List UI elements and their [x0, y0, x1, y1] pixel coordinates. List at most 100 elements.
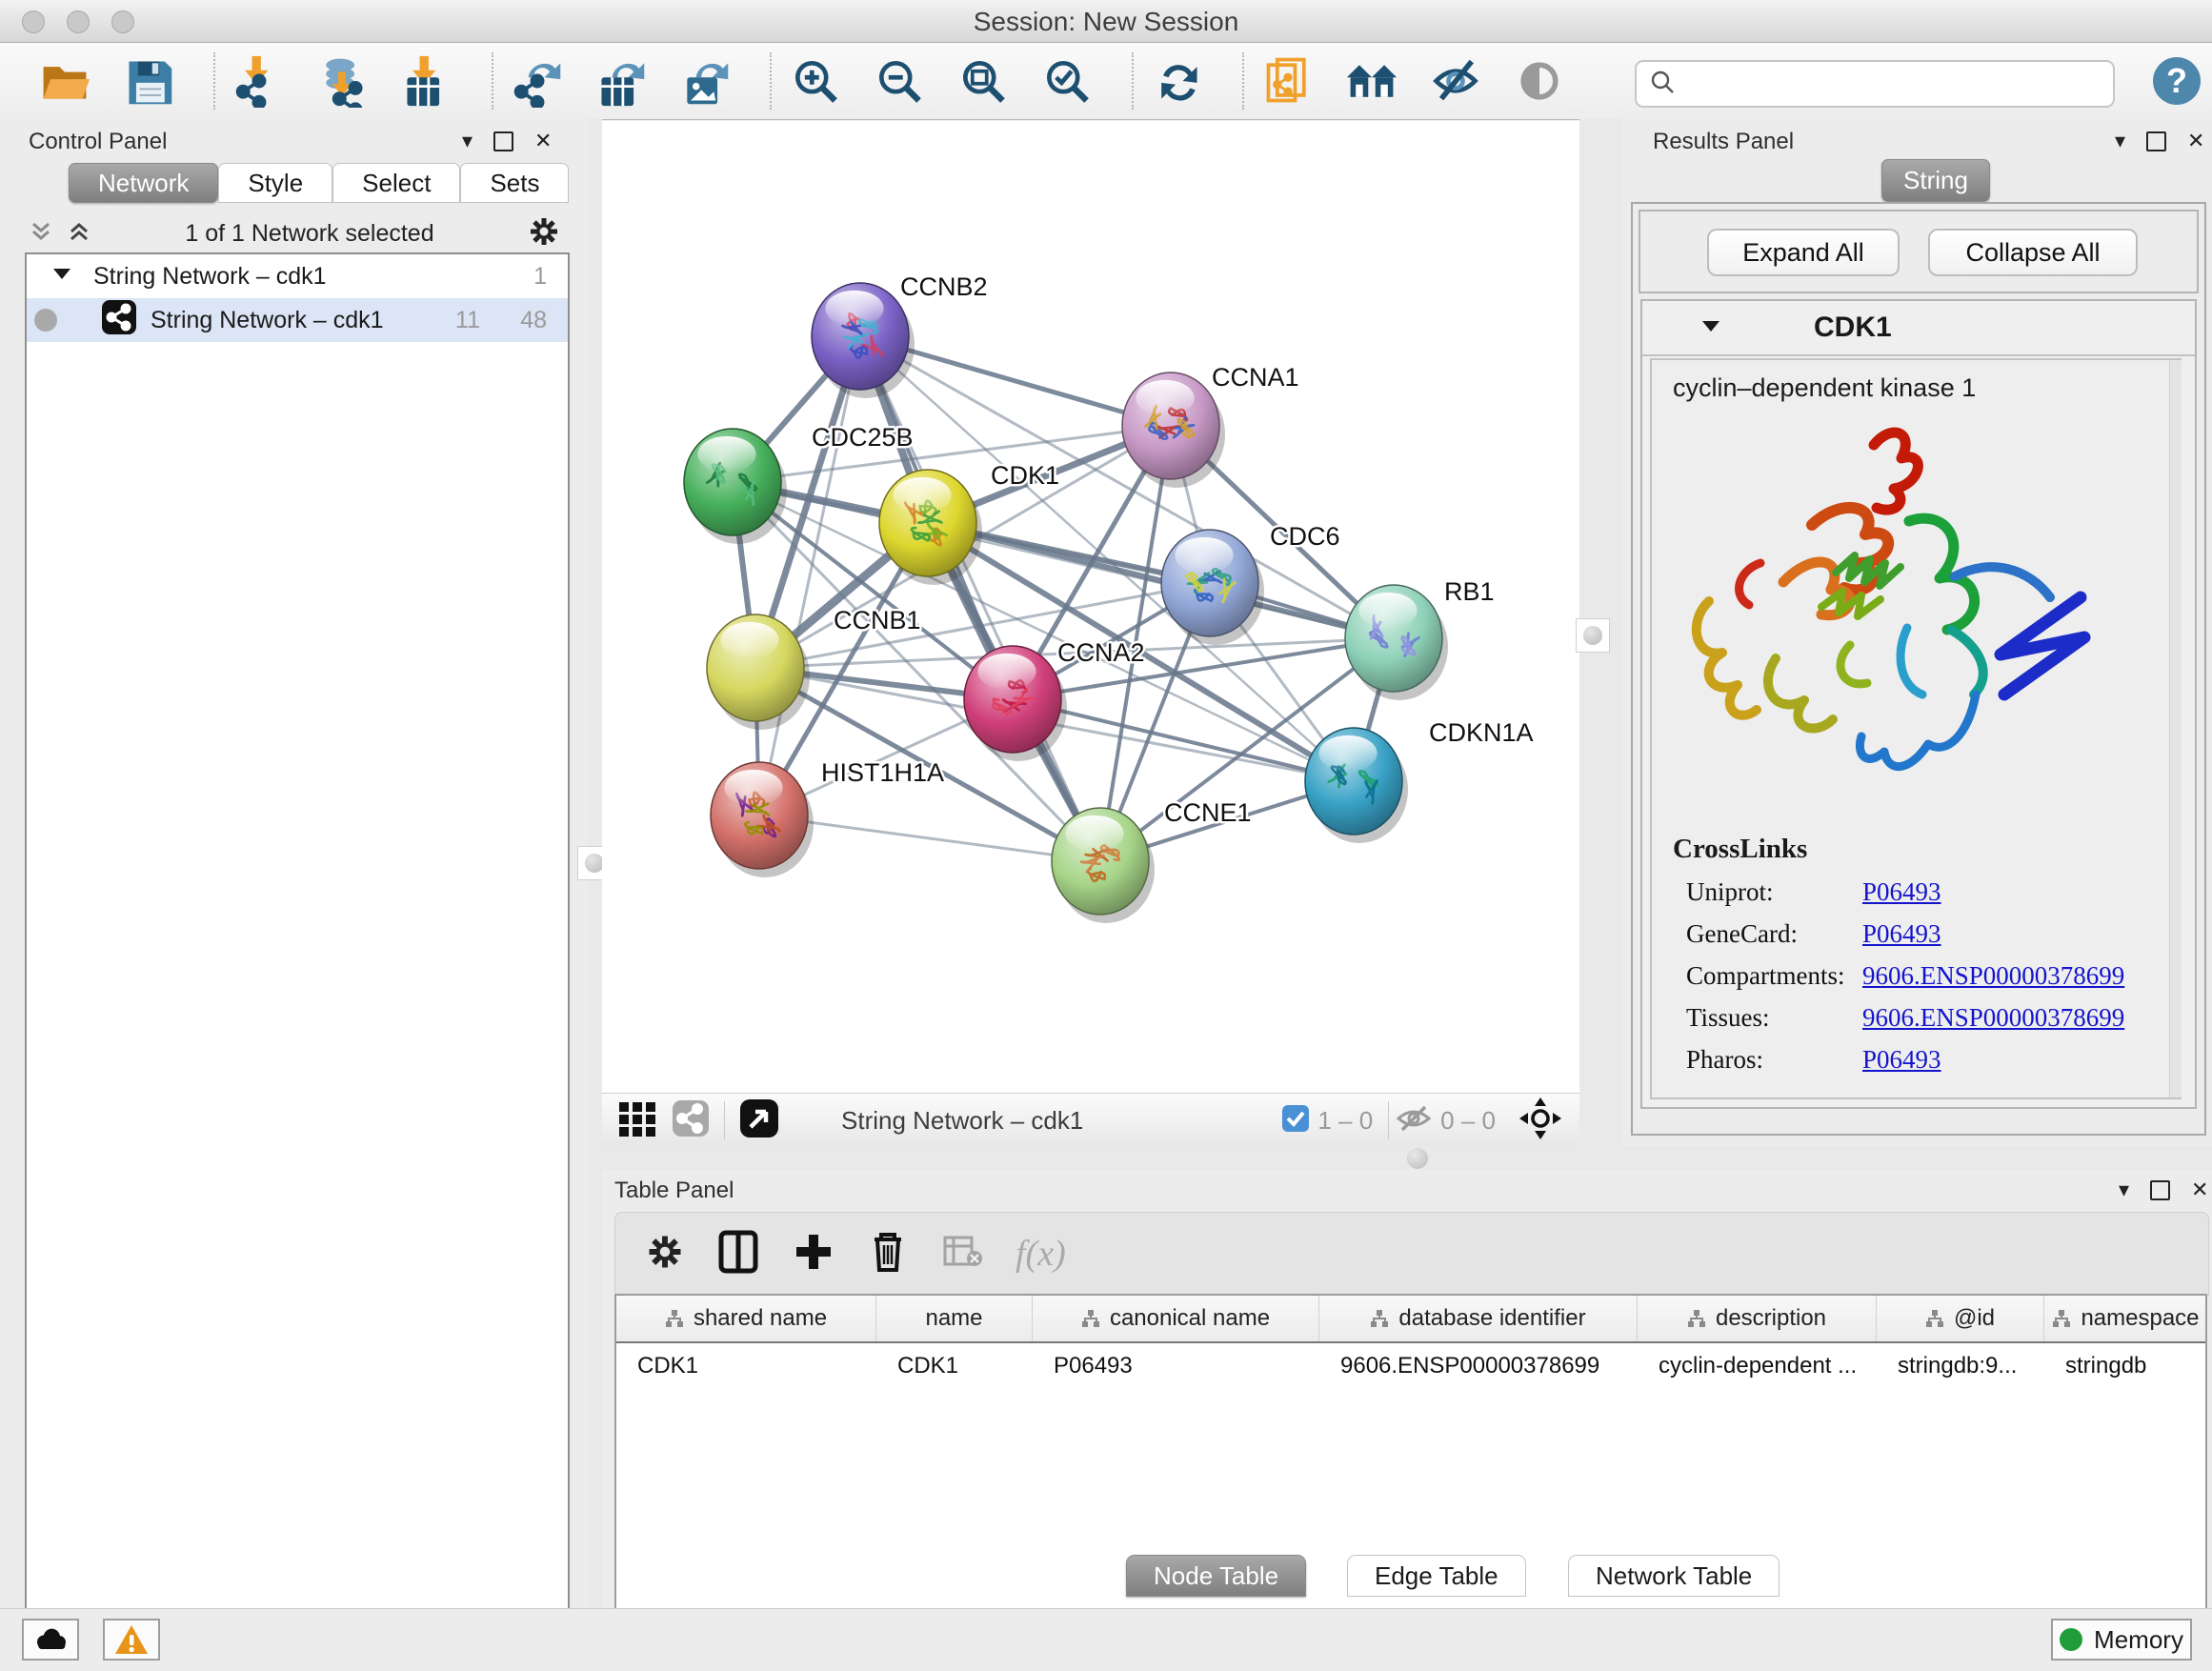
section-collapse-triangle-icon[interactable] — [1699, 314, 1722, 342]
node-CCNB2[interactable]: CCNB2 — [812, 272, 988, 398]
results-panel-close-icon[interactable]: ✕ — [2187, 131, 2204, 151]
tab-sets[interactable]: Sets — [460, 163, 569, 203]
cell-namespace[interactable]: stringdb — [2065, 1353, 2146, 1379]
node-CDC6[interactable]: CDC6 — [1161, 522, 1340, 645]
grid-view-icon[interactable] — [617, 1098, 657, 1143]
tab-style[interactable]: Style — [218, 163, 332, 203]
show-eye-button[interactable] — [1513, 54, 1566, 108]
cell--id[interactable]: stringdb:9... — [1898, 1353, 2017, 1379]
memory-button[interactable]: Memory — [2051, 1619, 2192, 1661]
crosslink-link[interactable]: P06493 — [1862, 919, 1941, 949]
tab-edge-table[interactable]: Edge Table — [1347, 1555, 1526, 1597]
node-CDKN1A[interactable]: CDKN1A — [1305, 718, 1534, 843]
search-box[interactable] — [1635, 60, 2115, 108]
tab-node-table[interactable]: Node Table — [1126, 1555, 1306, 1597]
column-header-namespace[interactable]: namespace — [2044, 1296, 2207, 1341]
column-header-description[interactable]: description — [1638, 1296, 1877, 1341]
bottom-splitter[interactable] — [602, 1146, 2212, 1170]
right-splitter[interactable] — [1579, 119, 1621, 1146]
results-panel-collapse-icon[interactable]: ▾ — [2115, 131, 2125, 151]
network-selection-status: 1 of 1 Network selected — [91, 220, 528, 248]
network-options-gear-icon[interactable] — [528, 215, 560, 252]
crosslink-link[interactable]: 9606.ENSP00000378699 — [1862, 1003, 2124, 1033]
collapse-all-button[interactable]: Collapse All — [1928, 229, 2138, 276]
hidden-eye-slash-icon[interactable] — [1395, 1103, 1433, 1138]
control-panel-collapse-icon[interactable]: ▾ — [462, 131, 473, 151]
cell-name[interactable]: CDK1 — [897, 1353, 958, 1379]
node-CCNB1[interactable]: CCNB1 — [707, 606, 921, 730]
zoom-in-button[interactable] — [789, 54, 842, 108]
node-CDK1[interactable]: CDK1 — [879, 461, 1059, 585]
delete-column-icon[interactable] — [869, 1230, 907, 1278]
network-canvas[interactable]: CCNB2CCNA1CDC25BCDK1CDC6RB1CCNB1CCNA2CDK… — [602, 121, 1579, 1093]
share-view-icon[interactable] — [671, 1098, 711, 1143]
column-header-shared-name[interactable]: shared name — [616, 1296, 876, 1341]
node-RB1[interactable]: RB1 — [1345, 577, 1495, 700]
network-row[interactable]: String Network – cdk1 11 48 — [27, 298, 568, 342]
export-network-button[interactable] — [511, 54, 564, 108]
results-vertical-scrollbar[interactable] — [2169, 360, 2182, 1097]
collapse-all-tree-icon[interactable] — [67, 219, 91, 249]
node-HIST1H1A[interactable]: HIST1H1A — [711, 758, 944, 877]
table-settings-gear-icon[interactable] — [646, 1233, 684, 1276]
table-panel-collapse-icon[interactable]: ▾ — [2119, 1179, 2129, 1200]
cell-shared-name[interactable]: CDK1 — [637, 1353, 698, 1379]
help-button[interactable]: ? — [2153, 57, 2201, 105]
cloud-status-button[interactable] — [22, 1619, 79, 1661]
tab-select[interactable]: Select — [332, 163, 460, 203]
export-table-button[interactable] — [594, 54, 648, 108]
column-header--id[interactable]: @id — [1877, 1296, 2044, 1341]
zoom-fit-button[interactable] — [956, 54, 1010, 108]
hide-eye-button[interactable] — [1429, 54, 1482, 108]
fit-content-crosshair-icon[interactable] — [1518, 1097, 1562, 1145]
add-column-icon[interactable] — [793, 1231, 835, 1278]
cell-canonical-name[interactable]: P06493 — [1054, 1353, 1133, 1379]
search-input[interactable] — [1684, 70, 2113, 98]
node-CCNE1[interactable]: CCNE1 — [1052, 798, 1252, 923]
birdseye-toggle-icon[interactable] — [738, 1097, 780, 1144]
show-columns-icon[interactable] — [718, 1230, 758, 1278]
table-panel-close-icon[interactable]: ✕ — [2191, 1179, 2208, 1200]
column-header-database-identifier[interactable]: database identifier — [1319, 1296, 1638, 1341]
control-panel-float-icon[interactable] — [493, 131, 513, 151]
column-header-canonical-name[interactable]: canonical name — [1033, 1296, 1319, 1341]
expand-all-tree-icon[interactable] — [29, 219, 53, 249]
import-database-button[interactable] — [316, 54, 370, 108]
crosslink-link[interactable]: 9606.ENSP00000378699 — [1862, 961, 2124, 991]
bottom-splitter-handle[interactable] — [1407, 1148, 1428, 1169]
node-CCNA2[interactable]: CCNA2 — [964, 638, 1145, 761]
control-panel-close-icon[interactable]: ✕ — [534, 131, 552, 151]
edge-CCNB2-HIST1H1A[interactable] — [759, 336, 860, 815]
cell-description[interactable]: cyclin-dependent ... — [1659, 1353, 1857, 1379]
import-table-button[interactable] — [400, 54, 453, 108]
save-icon — [122, 54, 175, 108]
zoom-out-button[interactable] — [873, 54, 926, 108]
network-collection-row[interactable]: String Network – cdk1 1 — [27, 254, 568, 298]
export-image-button[interactable] — [678, 54, 732, 108]
share-document-button[interactable] — [1261, 54, 1315, 108]
import-network-button[interactable] — [232, 54, 286, 108]
zoom-selected-button[interactable] — [1040, 54, 1094, 108]
tab-network-table[interactable]: Network Table — [1568, 1555, 1780, 1597]
column-header-name[interactable]: name — [876, 1296, 1033, 1341]
save-button[interactable] — [122, 54, 175, 108]
cell-database-identifier[interactable]: 9606.ENSP00000378699 — [1340, 1353, 1599, 1379]
node-CCNA1[interactable]: CCNA1 — [1122, 363, 1299, 488]
tab-network[interactable]: Network — [69, 163, 218, 203]
tab-string[interactable]: String — [1881, 159, 1990, 202]
selected-checkbox-icon[interactable] — [1281, 1104, 1310, 1137]
results-panel-float-icon[interactable] — [2146, 131, 2166, 151]
crosslink-link[interactable]: P06493 — [1862, 1045, 1941, 1075]
collapse-triangle-icon[interactable] — [51, 263, 72, 291]
table-panel-float-icon[interactable] — [2150, 1180, 2170, 1200]
open-folder-button[interactable] — [38, 54, 91, 108]
zoom-selected-icon — [1040, 54, 1094, 108]
toolbar-separator — [1132, 52, 1134, 110]
crosslink-link[interactable]: P06493 — [1862, 877, 1941, 907]
refresh-button[interactable] — [1151, 54, 1204, 108]
left-splitter[interactable] — [589, 119, 602, 1608]
warnings-button[interactable] — [103, 1619, 160, 1661]
expand-all-button[interactable]: Expand All — [1707, 229, 1900, 276]
houses-button[interactable] — [1345, 54, 1398, 108]
table-toolbar: f(x) — [614, 1212, 2209, 1296]
